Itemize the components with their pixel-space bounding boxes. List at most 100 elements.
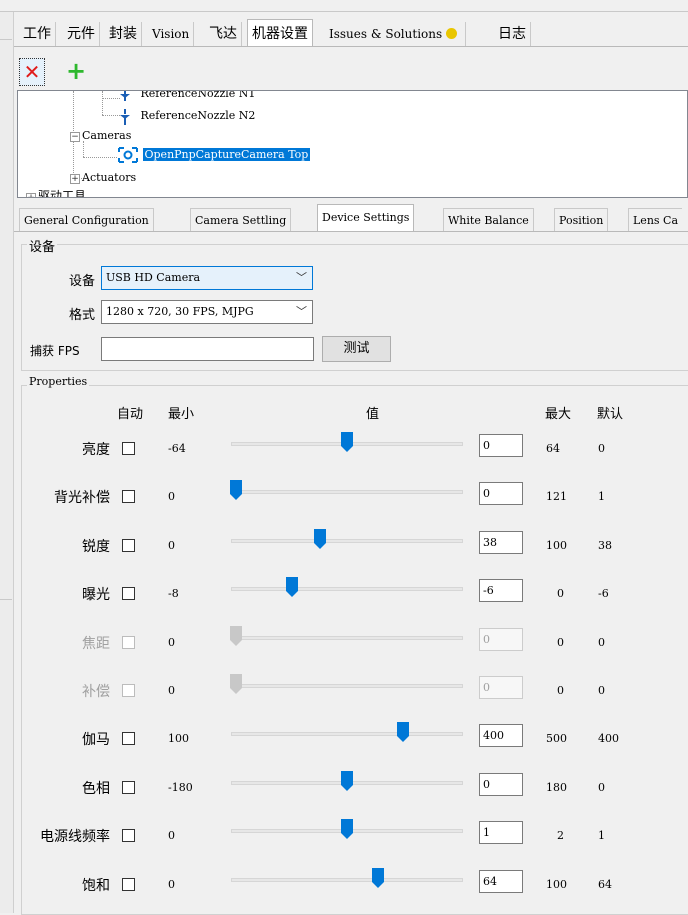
auto-checkbox[interactable]	[122, 732, 135, 746]
auto-checkbox	[122, 684, 135, 697]
tab-packages[interactable]: 封装	[105, 22, 142, 46]
tab-machine-setup[interactable]: 机器设置	[247, 19, 313, 47]
property-max: 64	[546, 442, 560, 455]
slider-thumb[interactable]	[341, 770, 353, 791]
property-label: 亮度	[82, 442, 110, 458]
slider-thumb[interactable]	[230, 480, 242, 501]
property-value-input[interactable]: 0	[479, 772, 523, 796]
header-max: 最大	[545, 407, 572, 422]
tree-item-actuators[interactable]: Actuators	[82, 171, 136, 184]
device-select-value: USB HD Camera	[106, 271, 201, 284]
property-label: 曝光	[82, 587, 110, 604]
slider-thumb[interactable]	[314, 528, 327, 549]
slider-thumb[interactable]	[341, 819, 353, 840]
property-value-input[interactable]: 400	[479, 724, 523, 748]
property-value-input[interactable]: 64	[479, 869, 523, 893]
property-value-input[interactable]: 1	[479, 821, 523, 845]
property-slider-track[interactable]	[231, 732, 463, 737]
capture-fps-label: 捕获 FPS	[30, 344, 80, 358]
header-auto: 自动	[117, 407, 144, 422]
property-default: 38	[598, 538, 612, 552]
tab-work[interactable]: 工作	[19, 22, 56, 46]
delete-button[interactable]: ✕	[19, 58, 45, 86]
property-slider-track[interactable]	[231, 877, 463, 882]
tab-parts[interactable]: 元件	[63, 22, 100, 46]
tree-item-drive-tools[interactable]: 驱动工具	[38, 187, 86, 197]
property-max: 500	[546, 732, 567, 746]
device-select[interactable]: USB HD Camera ﹀	[101, 266, 313, 290]
camera-icon	[117, 146, 139, 164]
property-max: 0	[557, 635, 564, 649]
nozzle-icon	[119, 91, 131, 101]
property-min: 0	[168, 829, 175, 843]
expand-icon[interactable]: +	[26, 193, 36, 197]
tree-item-label-selected: OpenPnpCaptureCamera Top	[142, 148, 311, 161]
property-max: 0	[557, 684, 564, 697]
tab-vision[interactable]: Vision	[148, 22, 195, 46]
window-top-border	[0, 11, 688, 12]
slider-thumb	[230, 674, 242, 694]
auto-checkbox[interactable]	[122, 442, 135, 455]
property-min: 0	[168, 490, 175, 504]
auto-checkbox[interactable]	[122, 877, 135, 891]
format-select[interactable]: 1280 x 720, 30 FPS, MJPG ﹀	[101, 300, 313, 324]
property-label: 焦距	[82, 635, 110, 652]
property-default: 0	[598, 780, 605, 794]
slider-thumb[interactable]	[341, 432, 353, 452]
property-max: 100	[546, 538, 567, 552]
property-label: 饱和	[82, 877, 110, 894]
expand-icon[interactable]: +	[70, 174, 80, 184]
chevron-down-icon: ﹀	[296, 271, 307, 284]
auto-checkbox[interactable]	[122, 490, 135, 504]
slider-thumb[interactable]	[372, 867, 385, 888]
property-label: 色相	[82, 780, 110, 797]
header-min: 最小	[168, 407, 195, 422]
tab-log[interactable]: 日志	[494, 22, 531, 46]
add-button[interactable]: +	[63, 58, 89, 86]
tree-item-nozzle-n2[interactable]: ReferenceNozzle N2	[119, 109, 256, 125]
property-min: -8	[168, 587, 179, 601]
auto-checkbox[interactable]	[122, 829, 135, 843]
tab-camera-settling[interactable]: Camera Settling	[190, 208, 292, 231]
property-value-input[interactable]: 0	[479, 482, 523, 506]
tab-issues-solutions[interactable]: Issues & Solutions	[325, 22, 467, 46]
auto-checkbox[interactable]	[122, 538, 135, 552]
tab-device-settings[interactable]: Device Settings	[317, 204, 415, 232]
tree-item-label: ReferenceNozzle N2	[140, 109, 256, 122]
slider-thumb[interactable]	[396, 722, 409, 743]
tree-item-cameras[interactable]: Cameras	[82, 129, 131, 142]
tree-item-camera-top[interactable]: OpenPnpCaptureCamera Top	[117, 146, 311, 164]
properties-group-title: Properties	[27, 375, 90, 388]
property-slider-track[interactable]	[231, 587, 463, 592]
property-min: 0	[168, 635, 175, 649]
auto-checkbox[interactable]	[122, 587, 135, 601]
property-min: 0	[168, 538, 175, 552]
tree-item-nozzle-n1[interactable]: ReferenceNozzle N1	[119, 91, 255, 101]
property-max: 0	[557, 587, 564, 601]
slider-thumb[interactable]	[285, 577, 298, 598]
property-max: 121	[546, 490, 567, 504]
tab-lens-calibration[interactable]: Lens Ca	[628, 208, 683, 231]
test-button[interactable]: 测试	[322, 336, 391, 362]
tab-feeders[interactable]: 飞达	[205, 22, 242, 46]
tab-general-configuration[interactable]: General Configuration	[19, 208, 154, 231]
tab-bar-border	[14, 46, 688, 47]
property-value-input: 0	[479, 627, 523, 651]
tab-white-balance[interactable]: White Balance	[443, 208, 534, 231]
property-value-input[interactable]: -6	[479, 579, 523, 603]
capture-fps-input[interactable]	[101, 337, 314, 361]
property-min: -64	[168, 442, 186, 455]
property-slider-track	[231, 635, 463, 640]
collapse-icon[interactable]: −	[70, 132, 80, 142]
status-dot-icon	[446, 27, 458, 39]
red-x-icon: ✕	[23, 60, 41, 84]
property-value-input[interactable]: 0	[479, 434, 523, 457]
property-slider-track[interactable]	[231, 490, 463, 495]
tab-position[interactable]: Position	[554, 208, 609, 231]
property-value-input[interactable]: 38	[479, 530, 523, 554]
property-default: 0	[598, 635, 605, 649]
auto-checkbox	[122, 635, 135, 649]
auto-checkbox[interactable]	[122, 780, 135, 794]
machine-tree[interactable]: ReferenceNozzle N1 ReferenceNozzle N2 − …	[17, 90, 688, 198]
property-slider-track[interactable]	[231, 538, 463, 543]
